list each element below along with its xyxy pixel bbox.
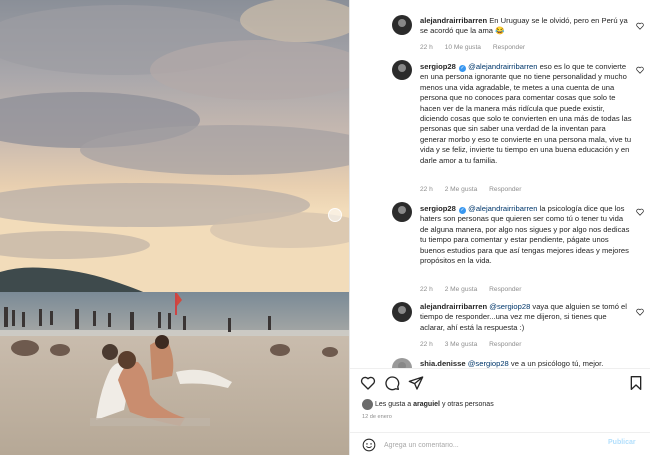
avatar[interactable]	[392, 302, 412, 322]
small-heart-icon[interactable]	[636, 66, 644, 74]
comment-meta: 22 h 2 Me gusta Responder	[420, 186, 531, 193]
comment-body: ve a un psicólogo tú, mejor.	[508, 359, 604, 368]
smiley-icon[interactable]	[362, 438, 376, 452]
avatar[interactable]	[392, 15, 412, 35]
heart-icon[interactable]	[360, 375, 376, 391]
comment-text: sergiop28 ✓ @alejandrairribarren eso es …	[420, 62, 632, 166]
avatar[interactable]	[392, 60, 412, 80]
reply-button[interactable]: Responder	[489, 186, 521, 193]
comment-time: 22 h	[420, 186, 433, 193]
comment-meta: 22 h 10 Me gusta Responder	[420, 44, 535, 51]
comment-body: la psicología dice que los haters son pe…	[420, 204, 630, 266]
post-date[interactable]: 12 de enero	[362, 414, 392, 420]
comment-time: 22 h	[420, 44, 433, 51]
avatar[interactable]	[392, 202, 412, 222]
likes-username[interactable]: araguiel	[413, 401, 440, 408]
small-heart-icon[interactable]	[636, 308, 644, 316]
comment-username[interactable]: alejandrairribarren	[420, 16, 487, 25]
speech-bubble-icon[interactable]	[384, 375, 400, 391]
comment-text: alejandrairribarren En Uruguay se le olv…	[420, 16, 632, 37]
comment-username[interactable]: shia.denisse	[420, 359, 466, 368]
comments-panel: alejandrairribarren En Uruguay se le olv…	[349, 0, 650, 455]
comment-mention[interactable]: @sergiop28	[489, 302, 530, 311]
carousel-next-indicator[interactable]	[328, 208, 342, 222]
reply-button[interactable]: Responder	[489, 341, 521, 348]
comment-time: 22 h	[420, 341, 433, 348]
comment-mention[interactable]: @alejandrairribarren	[468, 62, 537, 71]
comment-meta: 22 h 2 Me gusta Responder	[420, 286, 531, 293]
comment-text: shia.denisse @sergiop28 ve a un psicólog…	[420, 359, 632, 368]
comment-meta: 22 h 3 Me gusta Responder	[420, 341, 531, 348]
comment-mention[interactable]: @alejandrairribarren	[468, 204, 537, 213]
comment-username[interactable]: alejandrairribarren	[420, 302, 487, 311]
comment-text: alejandrairribarren @sergiop28 vaya que …	[420, 302, 632, 333]
reply-button[interactable]: Responder	[493, 44, 525, 51]
post-photo[interactable]	[0, 0, 349, 455]
comment-username[interactable]: sergiop28	[420, 62, 456, 71]
comment-input[interactable]	[384, 437, 604, 453]
likes-text: Les gusta a araguiel y otras personas	[375, 401, 494, 408]
verified-badge-icon: ✓	[459, 65, 466, 72]
verified-badge-icon: ✓	[459, 207, 466, 214]
comment-mention[interactable]: @sergiop28	[468, 359, 509, 368]
comment-likes[interactable]: 3 Me gusta	[445, 341, 478, 348]
comment-likes[interactable]: 2 Me gusta	[445, 286, 478, 293]
likes-prefix: Les gusta a	[375, 401, 414, 408]
comment-text: sergiop28 ✓ @alejandrairribarren la psic…	[420, 204, 632, 266]
reply-button[interactable]: Responder	[489, 286, 521, 293]
publish-button[interactable]: Publicar	[608, 439, 636, 446]
bookmark-icon[interactable]	[628, 375, 644, 391]
add-comment-row: Publicar	[350, 432, 650, 455]
instagram-post-view: alejandrairribarren En Uruguay se le olv…	[0, 0, 650, 455]
small-heart-icon[interactable]	[636, 208, 644, 216]
comment-likes[interactable]: 10 Me gusta	[445, 44, 481, 51]
avatar	[362, 399, 373, 410]
comment-body: eso es lo que te convierte en una person…	[420, 62, 632, 165]
beach-sunset-image	[0, 0, 349, 455]
comment-username[interactable]: sergiop28	[420, 204, 456, 213]
post-actions: Les gusta a araguiel y otras personas 12…	[350, 368, 650, 455]
likes-suffix: y otras personas	[440, 401, 494, 408]
comment-time: 22 h	[420, 286, 433, 293]
comment-likes[interactable]: 2 Me gusta	[445, 186, 478, 193]
small-heart-icon[interactable]	[636, 22, 644, 30]
comments-list[interactable]: alejandrairribarren En Uruguay se le olv…	[350, 0, 650, 368]
paper-plane-icon[interactable]	[408, 375, 424, 391]
avatar[interactable]	[392, 358, 412, 368]
